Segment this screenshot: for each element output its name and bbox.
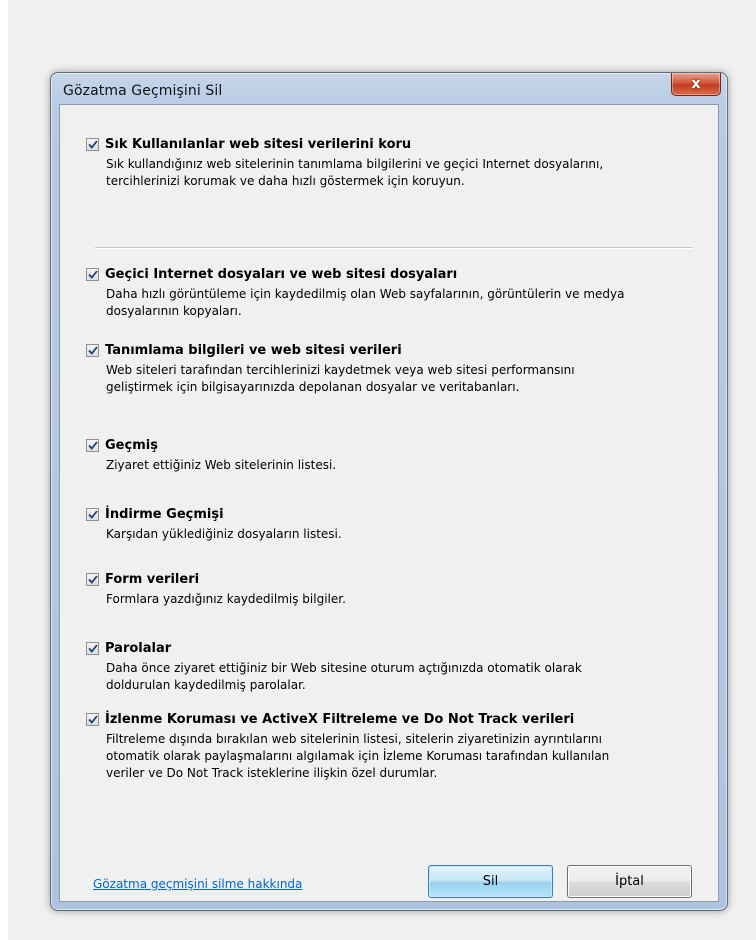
option-title: Tanımlama bilgileri ve web sitesi verile… — [105, 343, 402, 358]
option-title: Geçmiş — [105, 438, 158, 453]
option-title: İzlenme Koruması ve ActiveX Filtreleme v… — [105, 712, 575, 727]
checkmark-icon — [87, 270, 98, 279]
option-title: İndirme Geçmişi — [105, 507, 224, 522]
checkmark-icon — [87, 715, 98, 724]
option-description: Karşıdan yüklediğiniz dosyaların listesi… — [106, 526, 706, 543]
option-temp-internet-files: Geçici Internet dosyaları ve web sitesi … — [86, 267, 706, 320]
history-checkbox[interactable] — [86, 439, 99, 452]
option-history: Geçmiş Ziyaret ettiğiniz Web sitelerinin… — [86, 438, 706, 474]
checkmark-icon — [87, 346, 98, 355]
download-history-checkbox[interactable] — [86, 508, 99, 521]
description-line: Ziyaret ettiğiniz Web sitelerinin listes… — [106, 458, 337, 472]
checkmark-icon — [87, 140, 98, 149]
description-line: tercihlerinizi korumak ve daha hızlı gös… — [106, 174, 465, 188]
checkmark-icon — [87, 575, 98, 584]
dialog-title: Gözatma Geçmişini Sil — [63, 83, 223, 99]
separator — [95, 247, 693, 249]
description-line: Filtreleme dışında bırakılan web siteler… — [106, 732, 602, 746]
option-passwords: Parolalar Daha önce ziyaret ettiğiniz bi… — [86, 641, 706, 694]
description-line: veriler ve Do Not Track isteklerine iliş… — [106, 766, 438, 780]
temp-internet-files-checkbox[interactable] — [86, 268, 99, 281]
checkmark-icon — [87, 441, 98, 450]
option-form-data: Form verileri Formlara yazdığınız kayded… — [86, 572, 706, 608]
close-icon: x — [691, 76, 701, 92]
option-description: Filtreleme dışında bırakılan web siteler… — [106, 731, 706, 782]
description-line: otomatik olarak paylaşmalarını algılamak… — [106, 749, 610, 763]
option-preserve-favorites: Sık Kullanılanlar web sitesi verilerini … — [86, 137, 706, 190]
delete-button[interactable]: Sil — [428, 865, 553, 898]
option-download-history: İndirme Geçmişi Karşıdan yüklediğiniz do… — [86, 507, 706, 543]
option-description: Ziyaret ettiğiniz Web sitelerinin listes… — [106, 457, 706, 474]
option-title: Geçici Internet dosyaları ve web sitesi … — [105, 267, 458, 282]
about-deleting-history-link[interactable]: Gözatma geçmişini silme hakkında — [93, 877, 302, 891]
option-description: Daha önce ziyaret ettiğiniz bir Web site… — [106, 660, 706, 694]
delete-browsing-history-dialog: Gözatma Geçmişini Sil x Sık Kullanılanla… — [50, 72, 728, 911]
option-title: Sık Kullanılanlar web sitesi verilerini … — [105, 137, 412, 152]
form-data-checkbox[interactable] — [86, 573, 99, 586]
passwords-checkbox[interactable] — [86, 642, 99, 655]
option-description: Formlara yazdığınız kaydedilmiş bilgiler… — [106, 591, 706, 608]
description-line: Daha önce ziyaret ettiğiniz bir Web site… — [106, 661, 582, 675]
description-line: dosyalarının kopyaları. — [106, 304, 242, 318]
option-description: Daha hızlı görüntüleme için kaydedilmiş … — [106, 286, 706, 320]
preserve-favorites-checkbox[interactable] — [86, 138, 99, 151]
option-description: Web siteleri tarafından tercihlerinizi k… — [106, 362, 706, 396]
option-cookies: Tanımlama bilgileri ve web sitesi verile… — [86, 343, 706, 396]
dialog-content: Sık Kullanılanlar web sitesi verilerini … — [59, 104, 719, 902]
tracking-protection-checkbox[interactable] — [86, 713, 99, 726]
checkmark-icon — [87, 510, 98, 519]
description-line: Karşıdan yüklediğiniz dosyaların listesi… — [106, 527, 342, 541]
cancel-button[interactable]: İptal — [567, 865, 692, 898]
option-tracking-protection: İzlenme Koruması ve ActiveX Filtreleme v… — [86, 712, 706, 782]
description-line: doldurulan kaydedilmiş parolalar. — [106, 678, 306, 692]
checkmark-icon — [87, 644, 98, 653]
option-title: Form verileri — [105, 572, 200, 587]
description-line: geliştirmek için bilgisayarınızda depola… — [106, 380, 520, 394]
description-line: Daha hızlı görüntüleme için kaydedilmiş … — [106, 287, 625, 301]
description-line: Sık kullandığınız web sitelerinin tanıml… — [106, 157, 604, 171]
option-description: Sık kullandığınız web sitelerinin tanıml… — [106, 156, 706, 190]
description-line: Formlara yazdığınız kaydedilmiş bilgiler… — [106, 592, 346, 606]
close-button[interactable]: x — [671, 73, 721, 96]
cookies-checkbox[interactable] — [86, 344, 99, 357]
option-title: Parolalar — [105, 641, 172, 656]
description-line: Web siteleri tarafından tercihlerinizi k… — [106, 363, 575, 377]
